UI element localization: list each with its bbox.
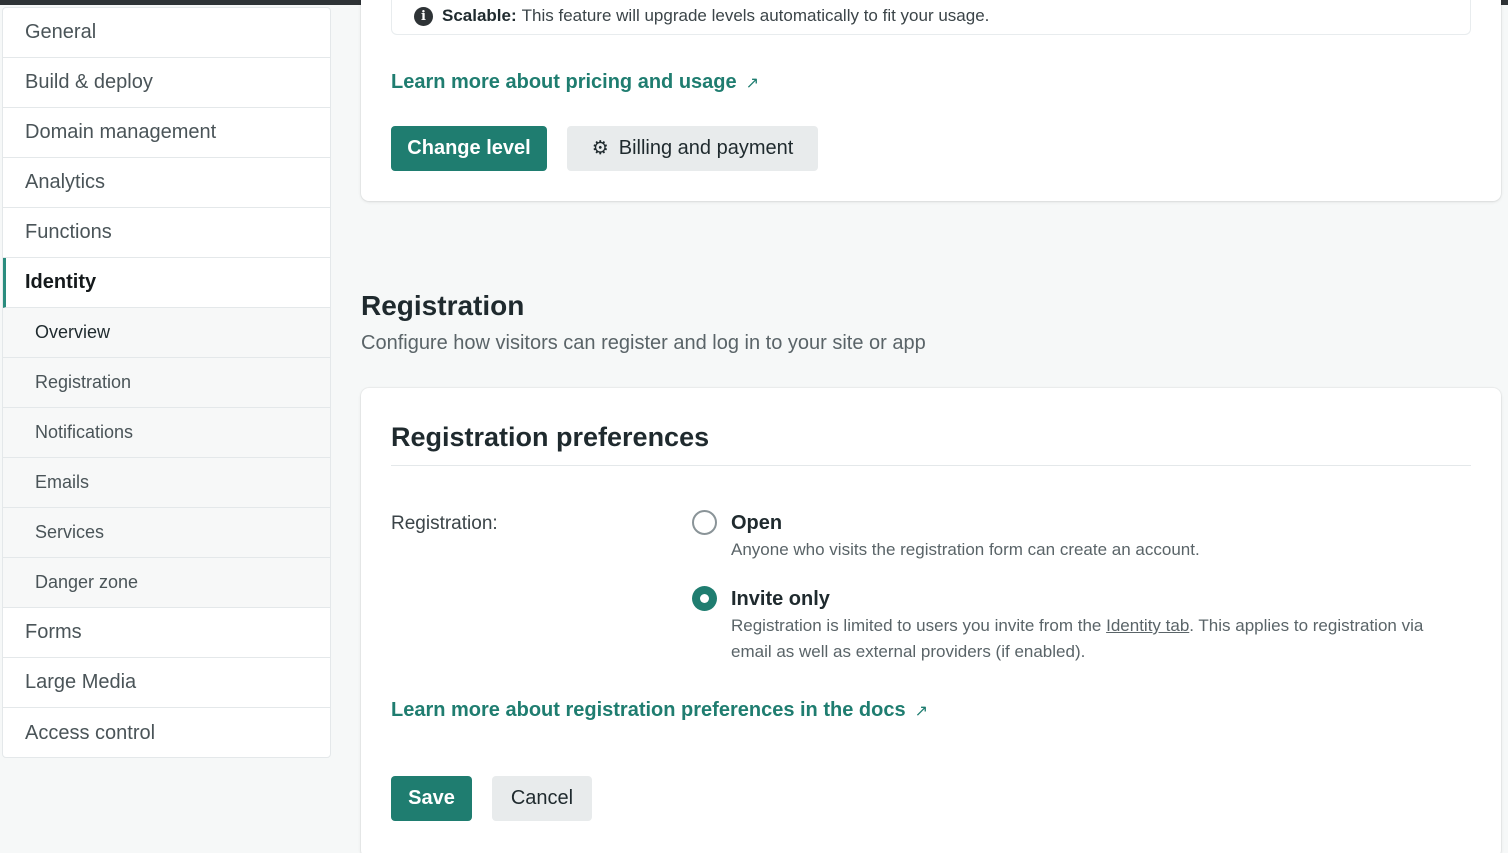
sidebar-item-access-control[interactable]: Access control — [3, 708, 330, 757]
notice-text: This feature will upgrade levels automat… — [521, 6, 990, 25]
sidebar-item-identity[interactable]: Identity — [3, 258, 330, 308]
sidebar-item-large-media[interactable]: Large Media — [3, 658, 330, 708]
sidebar-subitem-services[interactable]: Services — [3, 508, 330, 558]
save-button[interactable]: Save — [391, 776, 472, 821]
invite-only-radio[interactable] — [692, 586, 717, 611]
registration-option-open[interactable]: Open Anyone who visits the registration … — [692, 510, 1461, 563]
billing-payment-button[interactable]: ⚙ Billing and payment — [567, 126, 818, 171]
sidebar-subitem-emails[interactable]: Emails — [3, 458, 330, 508]
settings-sidebar: General Build & deploy Domain management… — [2, 7, 331, 758]
identity-tab-link[interactable]: Identity tab — [1106, 616, 1189, 635]
registration-preferences-card: Registration preferences Registration: O… — [361, 388, 1501, 853]
registration-section-title: Registration — [361, 290, 525, 321]
invite-only-option-description: Registration is limited to users you inv… — [731, 613, 1461, 665]
change-level-button[interactable]: Change level — [391, 126, 547, 171]
registration-docs-label: Learn more about registration preference… — [391, 699, 906, 721]
open-radio[interactable] — [692, 510, 717, 535]
sidebar-item-general[interactable]: General — [3, 8, 330, 58]
registration-docs-link[interactable]: Learn more about registration preference… — [391, 699, 928, 722]
gear-icon: ⚙ — [591, 138, 609, 159]
registration-option-invite-only[interactable]: Invite only Registration is limited to u… — [692, 586, 1461, 665]
open-option-label: Open — [731, 512, 783, 534]
sidebar-subitem-danger-zone[interactable]: Danger zone — [3, 558, 330, 608]
sidebar-item-forms[interactable]: Forms — [3, 608, 330, 658]
registration-field-label: Registration: — [391, 513, 498, 534]
pricing-card: i Scalable: This feature will upgrade le… — [361, 0, 1501, 201]
sidebar-subitem-registration[interactable]: Registration — [3, 358, 330, 408]
sidebar-item-functions[interactable]: Functions — [3, 208, 330, 258]
external-link-icon: ↗ — [914, 702, 928, 720]
sidebar-subitem-overview[interactable]: Overview — [3, 308, 330, 358]
open-option-description: Anyone who visits the registration form … — [731, 540, 1200, 559]
billing-payment-label: Billing and payment — [618, 137, 794, 159]
invite-only-option-label: Invite only — [731, 588, 830, 610]
info-icon: i — [414, 6, 433, 26]
registration-preferences-title: Registration preferences — [391, 422, 710, 452]
card-divider — [391, 465, 1471, 466]
sidebar-item-build-deploy[interactable]: Build & deploy — [3, 58, 330, 108]
sidebar-subitem-notifications[interactable]: Notifications — [3, 408, 330, 458]
sidebar-item-analytics[interactable]: Analytics — [3, 158, 330, 208]
notice-bold-label: Scalable: — [442, 6, 517, 25]
cancel-button[interactable]: Cancel — [492, 776, 592, 821]
pricing-learn-more-label: Learn more about pricing and usage — [391, 71, 737, 93]
invite-only-desc-before: Registration is limited to users you inv… — [731, 616, 1107, 635]
pricing-learn-more-link[interactable]: Learn more about pricing and usage ↗ — [391, 71, 759, 94]
external-link-icon: ↗ — [745, 74, 760, 92]
sidebar-item-domain-management[interactable]: Domain management — [3, 108, 330, 158]
registration-section-subtitle: Configure how visitors can register and … — [361, 332, 926, 354]
scalable-notice: i Scalable: This feature will upgrade le… — [391, 0, 1471, 35]
